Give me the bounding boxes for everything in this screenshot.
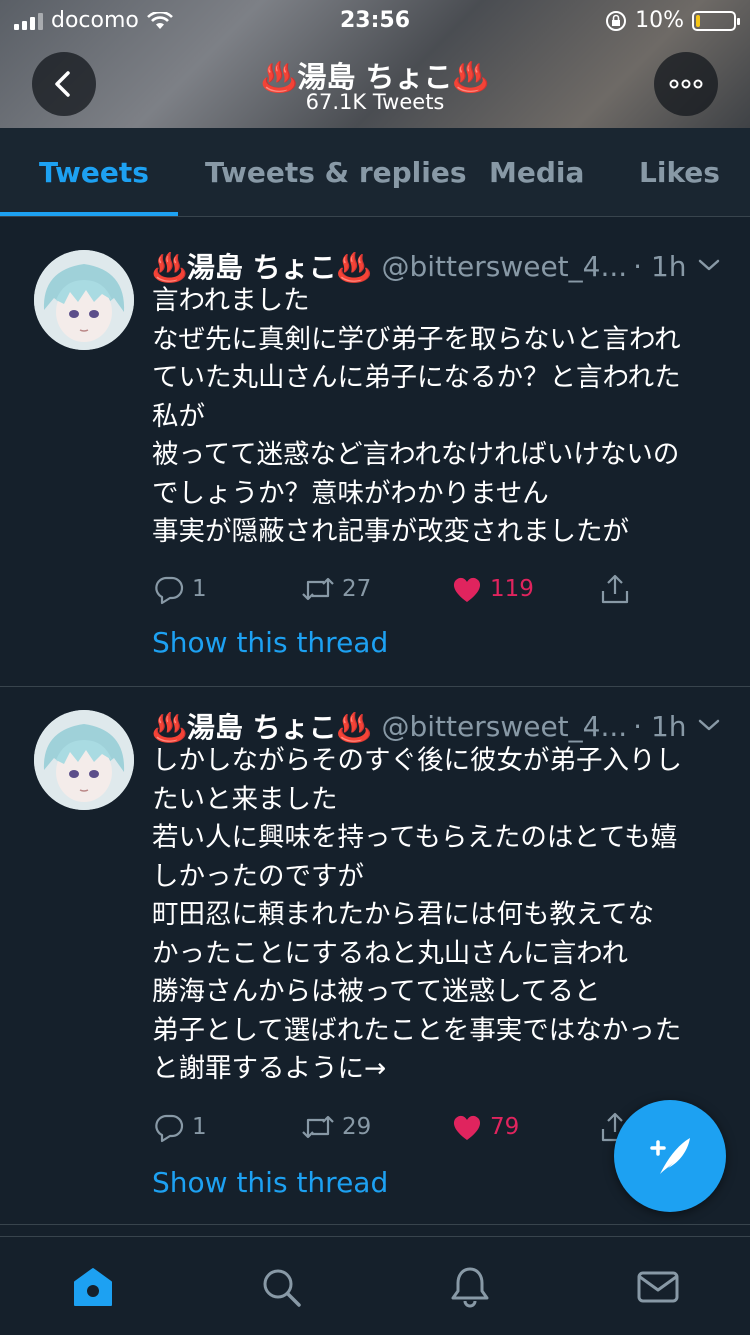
reply-count: 1: [192, 1114, 207, 1140]
battery-icon: [692, 10, 740, 31]
tweet-text-line: しかしながらそのすぐ後に彼女が弟子入りし: [152, 745, 682, 776]
tab-likes[interactable]: Likes: [639, 156, 720, 189]
bottom-navigation: [0, 1236, 750, 1335]
tweet-text: 言われました なぜ先に真剣に学び弟子を取らないと言われ ていた丸山さんに弟子にな…: [152, 282, 722, 552]
like-count: 119: [490, 576, 534, 602]
messages-icon: [637, 1271, 679, 1303]
tweet-text-line: たいと来ました: [152, 783, 338, 815]
tweet-author-handle[interactable]: @bittersweet_4...: [381, 250, 627, 283]
ellipsis-icon: [669, 79, 703, 89]
retweet-count: 27: [342, 576, 372, 602]
tab-media[interactable]: Media: [489, 156, 584, 189]
tab-tweets-and-replies[interactable]: Tweets & replies: [205, 156, 467, 189]
avatar-image: [34, 710, 134, 810]
nav-messages[interactable]: [636, 1265, 680, 1309]
retweet-button[interactable]: 27: [300, 572, 371, 606]
nav-home[interactable]: [71, 1265, 115, 1309]
tweet-text-line: 勝海さんからは被ってて迷惑してると: [152, 976, 601, 1007]
compose-tweet-icon: [650, 1138, 690, 1174]
tweet[interactable]: ♨️湯島 ちょこ♨️ @bittersweet_4... · 1h 言われました…: [0, 226, 750, 687]
avatar-image: [34, 250, 134, 350]
tweet-header: ♨️湯島 ちょこ♨️ @bittersweet_4... · 1h: [152, 246, 687, 286]
like-count: 79: [490, 1114, 520, 1140]
like-button[interactable]: 79: [450, 1110, 519, 1144]
share-icon: [601, 574, 629, 604]
reply-button[interactable]: 1: [152, 1110, 207, 1144]
avatar[interactable]: [34, 250, 134, 350]
retweet-button[interactable]: 29: [300, 1110, 371, 1144]
status-right: 10%: [605, 8, 740, 33]
tweet-text-line: でしょうか？意味がわかりません: [152, 477, 549, 509]
nav-search[interactable]: [259, 1265, 303, 1309]
tweet-text-line: なぜ先に真剣に学び弟子を取らないと言われ: [152, 323, 681, 355]
retweet-icon: [302, 1115, 334, 1139]
share-button[interactable]: [598, 572, 632, 606]
tweet-timestamp: · 1h: [633, 709, 687, 743]
reply-icon: [155, 576, 184, 605]
profile-tabs: Tweets Tweets & replies Media Likes: [0, 128, 750, 217]
tweet-text-line: 被ってて迷惑など言われなければいけないの: [152, 439, 680, 470]
profile-header: docomo 23:56 10% ♨️湯島 ちょこ♨️ 67.1K Tweets: [0, 0, 750, 128]
like-button[interactable]: 119: [450, 572, 534, 606]
tab-tweets[interactable]: Tweets: [39, 156, 149, 189]
tweet-author-handle[interactable]: @bittersweet_4...: [381, 710, 627, 743]
tweet-author-name[interactable]: ♨️湯島 ちょこ♨️: [152, 246, 371, 286]
show-thread-link[interactable]: Show this thread: [152, 1166, 388, 1199]
tweet-count: 67.1K Tweets: [305, 90, 445, 114]
orientation-lock-icon: [606, 10, 627, 31]
avatar[interactable]: [34, 710, 134, 810]
tweet-actions: 1 27 119: [152, 572, 672, 608]
search-icon: [263, 1269, 301, 1307]
tweet-text-line: 町田忍に頼まれたから君には何も教えてな: [152, 899, 655, 930]
reply-count: 1: [192, 576, 207, 602]
retweet-icon: [302, 577, 334, 601]
tweet-actions: 1 29 79: [152, 1110, 672, 1146]
notifications-icon: [451, 1267, 489, 1308]
active-tab-indicator: [0, 212, 178, 216]
home-icon: [74, 1268, 112, 1306]
tweet-text: しかしながらそのすぐ後に彼女が弟子入りし たいと来ました 若い人に興味を持っても…: [152, 742, 722, 1089]
tweet-text-line: ていた丸山さんに弟子になるか？と言われた: [152, 362, 681, 393]
compose-tweet-button[interactable]: [614, 1100, 726, 1212]
retweet-count: 29: [342, 1114, 372, 1140]
tweet-text-line: と謝罪するように→: [152, 1053, 387, 1084]
heart-icon: [453, 1115, 481, 1140]
chevron-down-icon[interactable]: [696, 256, 722, 274]
tweet-header: ♨️湯島 ちょこ♨️ @bittersweet_4... · 1h: [152, 706, 687, 746]
tweet-text-line: しかったのですが: [152, 860, 364, 892]
reply-button[interactable]: 1: [152, 572, 207, 606]
tweet-text-line: 事実が隠蔽され記事が改変されましたが: [152, 516, 629, 547]
more-options-button[interactable]: [654, 52, 718, 116]
reply-icon: [155, 1114, 184, 1143]
tweet-text-line: かったことにするねと丸山さんに言われ: [152, 937, 628, 969]
tweet-timestamp: · 1h: [633, 249, 687, 283]
chevron-down-icon[interactable]: [696, 716, 722, 734]
tweet-text-line: 若い人に興味を持ってもらえたのはとても嬉: [152, 822, 678, 853]
battery-percent: 10%: [635, 8, 684, 33]
status-bar: docomo 23:56 10%: [0, 0, 750, 42]
battery-fill: [696, 14, 700, 27]
tweet-text-line: 弟子として選ばれたことを事実ではなかった: [152, 1014, 682, 1046]
heart-icon: [453, 577, 481, 602]
tweet-text-line: 私が: [152, 400, 205, 432]
nav-notifications[interactable]: [448, 1265, 492, 1309]
show-thread-link[interactable]: Show this thread: [152, 626, 388, 659]
tweet-author-name[interactable]: ♨️湯島 ちょこ♨️: [152, 706, 371, 746]
tweet-text-line: 言われました: [152, 285, 310, 316]
